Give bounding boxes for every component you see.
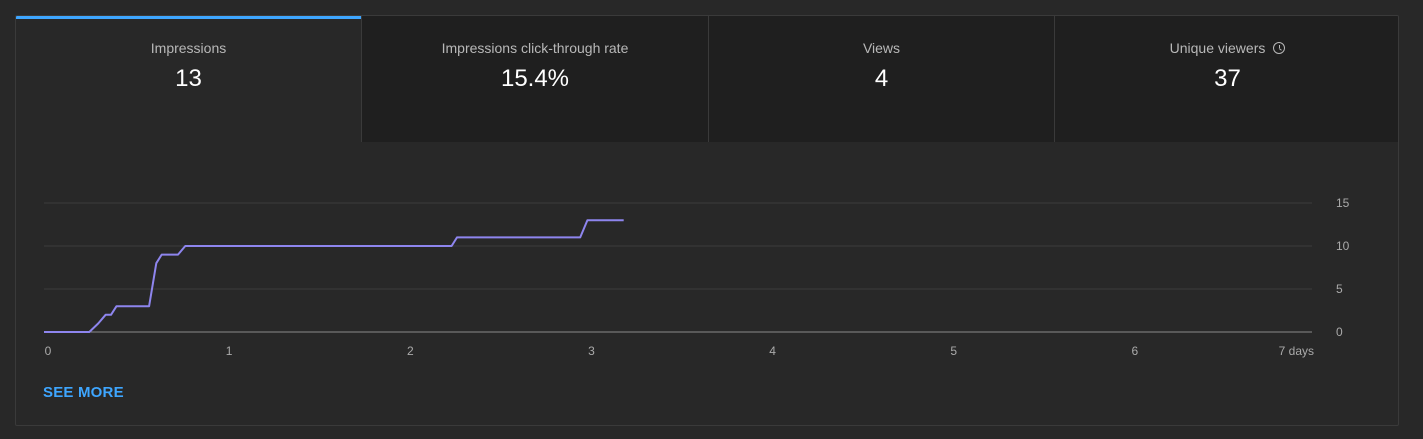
tab-unique-viewers-label: Unique viewers <box>1169 40 1266 56</box>
axis-labels: 0 5 10 15 0 1 2 3 4 5 6 7 days <box>45 196 1350 358</box>
x-tick-label: 3 <box>588 344 595 358</box>
clock-icon[interactable] <box>1273 42 1286 54</box>
tab-impressions-ctr[interactable]: Impressions click-through rate 15.4% <box>362 16 709 142</box>
metric-tabs: Impressions 13 Impressions click-through… <box>16 16 1398 142</box>
x-tick-label: 4 <box>769 344 776 358</box>
series-lines <box>44 219 624 333</box>
tab-impressions-ctr-value: 15.4% <box>500 65 570 92</box>
see-more-link[interactable]: SEE MORE <box>43 384 124 401</box>
tab-unique-viewers-label-row: Unique viewers <box>1055 40 1398 56</box>
tab-unique-viewers-value: 37 <box>1214 65 1241 92</box>
x-tick-label: 6 <box>1132 344 1139 358</box>
x-tick-label: 5 <box>950 344 957 358</box>
tab-views[interactable]: Views 4 <box>709 16 1055 142</box>
impressions-line-chart: 0 5 10 15 0 1 2 3 4 5 6 7 days <box>44 196 1350 358</box>
tab-impressions-ctr-label: Impressions click-through rate <box>441 40 629 56</box>
analytics-card: Impressions 13 Impressions click-through… <box>15 15 1399 426</box>
grid-lines <box>44 202 1312 333</box>
tab-impressions-label: Impressions <box>150 40 227 56</box>
tab-impressions[interactable]: Impressions 13 <box>16 16 362 142</box>
tab-impressions-value: 13 <box>175 65 202 92</box>
x-tick-label: 7 days <box>1279 344 1314 358</box>
y-tick-label: 5 <box>1336 282 1343 296</box>
y-tick-label: 10 <box>1336 239 1350 253</box>
x-tick-label: 2 <box>407 344 414 358</box>
y-tick-label: 0 <box>1336 325 1343 339</box>
x-tick-label: 0 <box>45 344 52 358</box>
x-tick-label: 1 <box>226 344 233 358</box>
tab-views-label: Views <box>862 40 901 56</box>
tab-unique-viewers[interactable]: Unique viewers 37 <box>1055 16 1398 142</box>
y-tick-label: 15 <box>1336 196 1350 210</box>
tab-views-value: 4 <box>874 65 889 92</box>
series-line-0 <box>44 219 624 333</box>
